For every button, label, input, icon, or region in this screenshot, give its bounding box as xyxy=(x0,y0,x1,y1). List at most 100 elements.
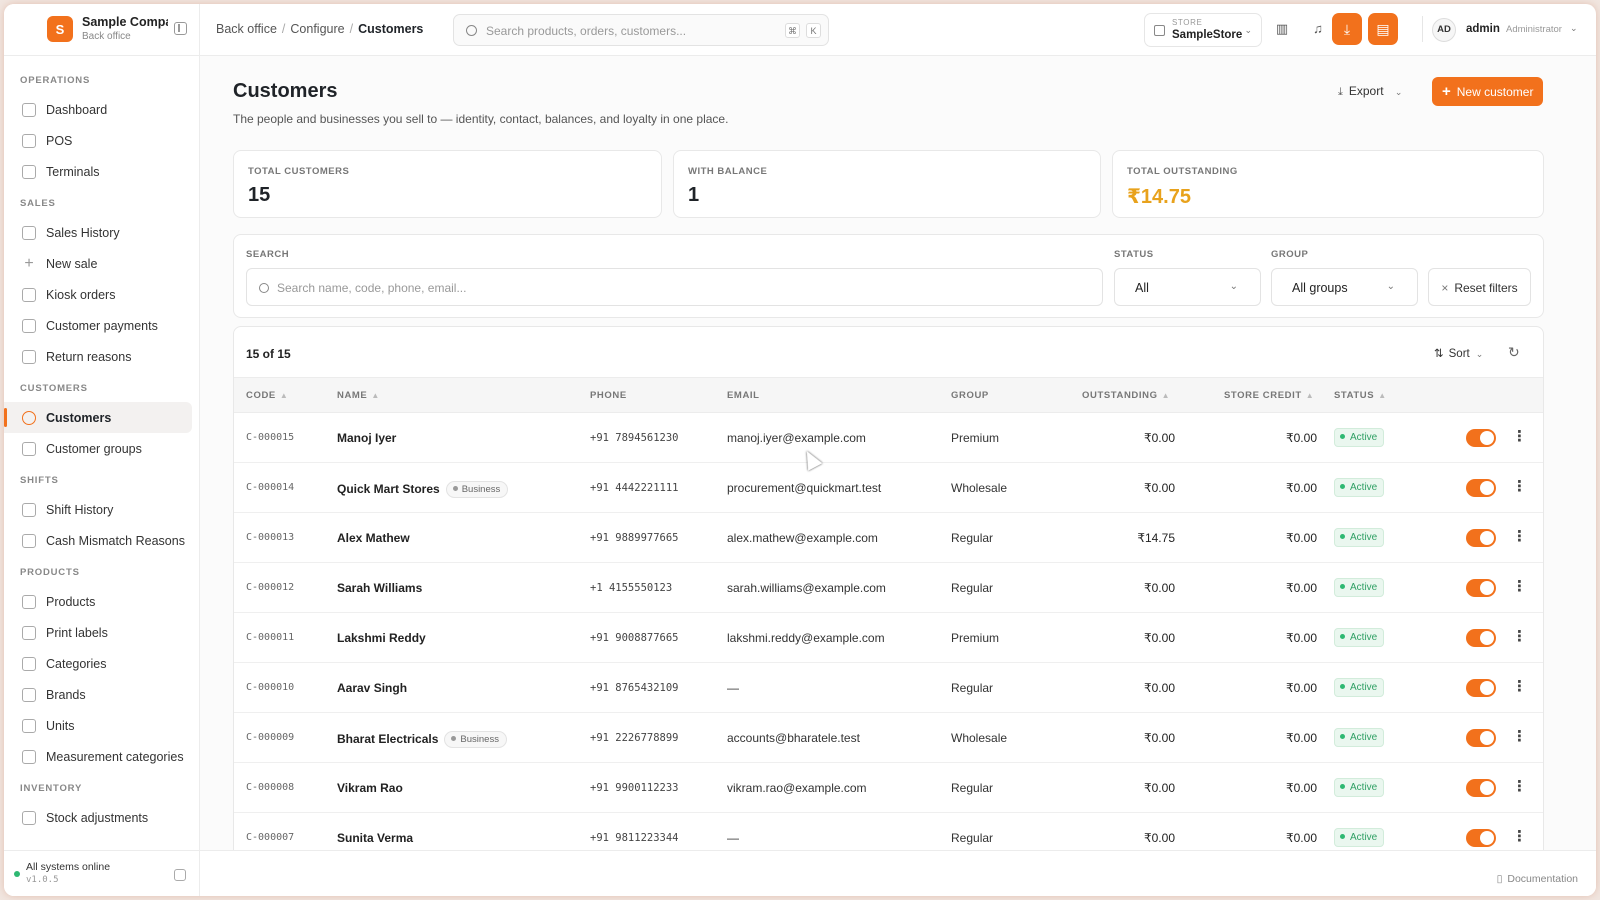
group-select[interactable]: All groups ⌄ xyxy=(1271,268,1418,306)
active-toggle[interactable] xyxy=(1466,429,1496,447)
sidebar-collapse-icon[interactable] xyxy=(174,22,187,35)
customer-name-cell[interactable]: Sarah Williams xyxy=(337,581,422,595)
customer-email: lakshmi.reddy@example.com xyxy=(727,631,885,645)
table-row[interactable]: C-000012 Sarah Williams +1 4155550123 sarah… xyxy=(234,563,1543,613)
customer-name[interactable]: Bharat Electricals xyxy=(337,732,438,746)
active-toggle[interactable] xyxy=(1466,779,1496,797)
customer-name[interactable]: Manoj Iyer xyxy=(337,431,396,445)
customer-name[interactable]: Quick Mart Stores xyxy=(337,482,440,496)
table-row[interactable]: C-000009 Bharat Electricals Business +91 22… xyxy=(234,713,1543,763)
sidebar-item-terminals[interactable]: Terminals xyxy=(4,156,192,187)
customer-name-cell[interactable]: Manoj Iyer xyxy=(337,431,396,445)
customer-name-cell[interactable]: Sunita Verma xyxy=(337,831,413,845)
customer-name[interactable]: Lakshmi Reddy xyxy=(337,631,426,645)
more-options-icon[interactable]: ⋮ xyxy=(1512,577,1527,597)
customer-name[interactable]: Sunita Verma xyxy=(337,831,413,845)
more-options-icon[interactable]: ⋮ xyxy=(1512,477,1527,497)
sidebar-item-dashboard[interactable]: Dashboard xyxy=(4,94,192,125)
active-toggle[interactable] xyxy=(1466,629,1496,647)
active-toggle[interactable] xyxy=(1466,579,1496,597)
more-options-icon[interactable]: ⋮ xyxy=(1512,527,1527,547)
customer-name[interactable]: Aarav Singh xyxy=(337,681,407,695)
sidebar-item-return-reasons[interactable]: Return reasons xyxy=(4,341,192,372)
customer-name-cell[interactable]: Aarav Singh xyxy=(337,681,407,695)
customers-table: 15 of 15 ⇅ Sort ⌄ ↻ CODE ▲ NAME ▲ PHONE EMAI… xyxy=(233,326,1544,896)
active-toggle[interactable] xyxy=(1466,829,1496,847)
sidebar-item-categories[interactable]: Categories xyxy=(4,648,192,679)
column-header-name[interactable]: NAME ▲ xyxy=(337,390,380,401)
sidebar-item-stock-adjustments[interactable]: Stock adjustments xyxy=(4,802,192,833)
active-toggle[interactable] xyxy=(1466,479,1496,497)
column-header-outstanding[interactable]: OUTSTANDING ▲ xyxy=(1082,390,1170,401)
sidebar-item-brands[interactable]: Brands xyxy=(4,679,192,710)
sidebar-item-products[interactable]: Products xyxy=(4,586,192,617)
table-row[interactable]: C-000014 Quick Mart Stores Business +91 444… xyxy=(234,463,1543,513)
customer-phone: +91 7894561230 xyxy=(590,432,679,444)
active-toggle[interactable] xyxy=(1466,529,1496,547)
table-row[interactable]: C-000008 Vikram Rao +91 9900112233 vikram.r… xyxy=(234,763,1543,813)
sidebar-item-kiosk-orders[interactable]: Kiosk orders xyxy=(4,279,192,310)
sidebar-item-units[interactable]: Units xyxy=(4,710,192,741)
customer-name-cell[interactable]: Vikram Rao xyxy=(337,781,403,795)
customer-search-input[interactable]: Search name, code, phone, email... xyxy=(246,268,1103,306)
sidebar-item-customers[interactable]: Customers xyxy=(4,402,192,433)
customer-name-cell[interactable]: Lakshmi Reddy xyxy=(337,631,426,645)
sidebar-item-pos[interactable]: POS xyxy=(4,125,192,156)
customer-code: C-000013 xyxy=(246,532,295,543)
analytics-icon[interactable]: ▥ xyxy=(1271,18,1293,40)
more-options-icon[interactable]: ⋮ xyxy=(1512,677,1527,697)
more-options-icon[interactable]: ⋮ xyxy=(1512,627,1527,647)
new-customer-button[interactable]: + New customer xyxy=(1432,77,1543,106)
customer-name[interactable]: Alex Mathew xyxy=(337,531,410,545)
table-row[interactable]: C-000015 Manoj Iyer +91 7894561230 manoj.iy… xyxy=(234,413,1543,463)
sidebar-item-cash-mismatch-reasons[interactable]: Cash Mismatch Reasons xyxy=(4,525,192,556)
customer-name-cell[interactable]: Quick Mart Stores Business xyxy=(337,481,509,498)
table-row[interactable]: C-000013 Alex Mathew +91 9889977665 alex.ma… xyxy=(234,513,1543,563)
sidebar-item-customer-groups[interactable]: Customer groups xyxy=(4,433,192,464)
chevron-down-icon[interactable]: ⌄ xyxy=(1570,23,1578,34)
reset-filters-button[interactable]: × Reset filters xyxy=(1428,268,1531,306)
store-selector[interactable]: STORE SampleStore ⌄ xyxy=(1144,13,1262,47)
customer-code: C-000015 xyxy=(246,432,295,443)
active-toggle[interactable] xyxy=(1466,679,1496,697)
status-select[interactable]: All ⌄ xyxy=(1114,268,1261,306)
customer-group: Regular xyxy=(951,531,994,545)
customer-name-cell[interactable]: Alex Mathew xyxy=(337,531,410,545)
column-header-code[interactable]: CODE ▲ xyxy=(246,390,288,401)
more-options-icon[interactable]: ⋮ xyxy=(1512,827,1527,847)
user-name[interactable]: admin xyxy=(1466,23,1500,35)
bell-icon[interactable]: ♫ xyxy=(1307,18,1329,40)
active-toggle[interactable] xyxy=(1466,729,1496,747)
download-icon[interactable]: ⤓ xyxy=(1332,13,1362,45)
sort-icon: ⇅ xyxy=(1434,348,1444,360)
sidebar-item-new-sale[interactable]: + New sale xyxy=(4,248,192,279)
sidebar-item-shift-history[interactable]: Shift History xyxy=(4,494,192,525)
refresh-icon[interactable]: ↻ xyxy=(1508,344,1520,361)
sidebar-item-customer-payments[interactable]: Customer payments xyxy=(4,310,192,341)
export-button[interactable]: ⤓ Export ⌄ xyxy=(1338,78,1418,104)
column-header-store-credit[interactable]: STORE CREDIT ▲ xyxy=(1224,390,1314,401)
sidebar-item-print-labels[interactable]: Print labels xyxy=(4,617,192,648)
brand-header[interactable]: S Sample Compa Back office xyxy=(4,4,199,56)
column-header-status[interactable]: STATUS ▲ xyxy=(1334,390,1387,401)
avatar[interactable]: AD xyxy=(1432,18,1456,42)
panel-toggle-icon[interactable] xyxy=(174,869,186,881)
breadcrumb-item[interactable]: Back office xyxy=(216,22,277,36)
stat-value: ₹14.75 xyxy=(1127,186,1191,208)
sidebar-item-label: Brands xyxy=(46,687,86,702)
sidebar-item-sales-history[interactable]: Sales History xyxy=(4,217,192,248)
more-options-icon[interactable]: ⋮ xyxy=(1512,727,1527,747)
customer-name-cell[interactable]: Bharat Electricals Business xyxy=(337,731,507,748)
customer-name[interactable]: Vikram Rao xyxy=(337,781,403,795)
more-options-icon[interactable]: ⋮ xyxy=(1512,427,1527,447)
sort-button[interactable]: ⇅ Sort ⌄ xyxy=(1434,346,1483,360)
global-search-input[interactable]: Search products, orders, customers... ⌘ … xyxy=(453,14,829,46)
documentation-link[interactable]: ▯ Documentation xyxy=(1497,873,1578,885)
pos-register-icon[interactable]: ▤ xyxy=(1368,13,1398,45)
table-row[interactable]: C-000010 Aarav Singh +91 8765432109 — Regula… xyxy=(234,663,1543,713)
table-row[interactable]: C-000011 Lakshmi Reddy +91 9008877665 laksh… xyxy=(234,613,1543,663)
customer-name[interactable]: Sarah Williams xyxy=(337,581,422,595)
more-options-icon[interactable]: ⋮ xyxy=(1512,777,1527,797)
sidebar-item-measurement-categories[interactable]: Measurement categories xyxy=(4,741,192,772)
breadcrumb-item[interactable]: Configure xyxy=(290,22,344,36)
